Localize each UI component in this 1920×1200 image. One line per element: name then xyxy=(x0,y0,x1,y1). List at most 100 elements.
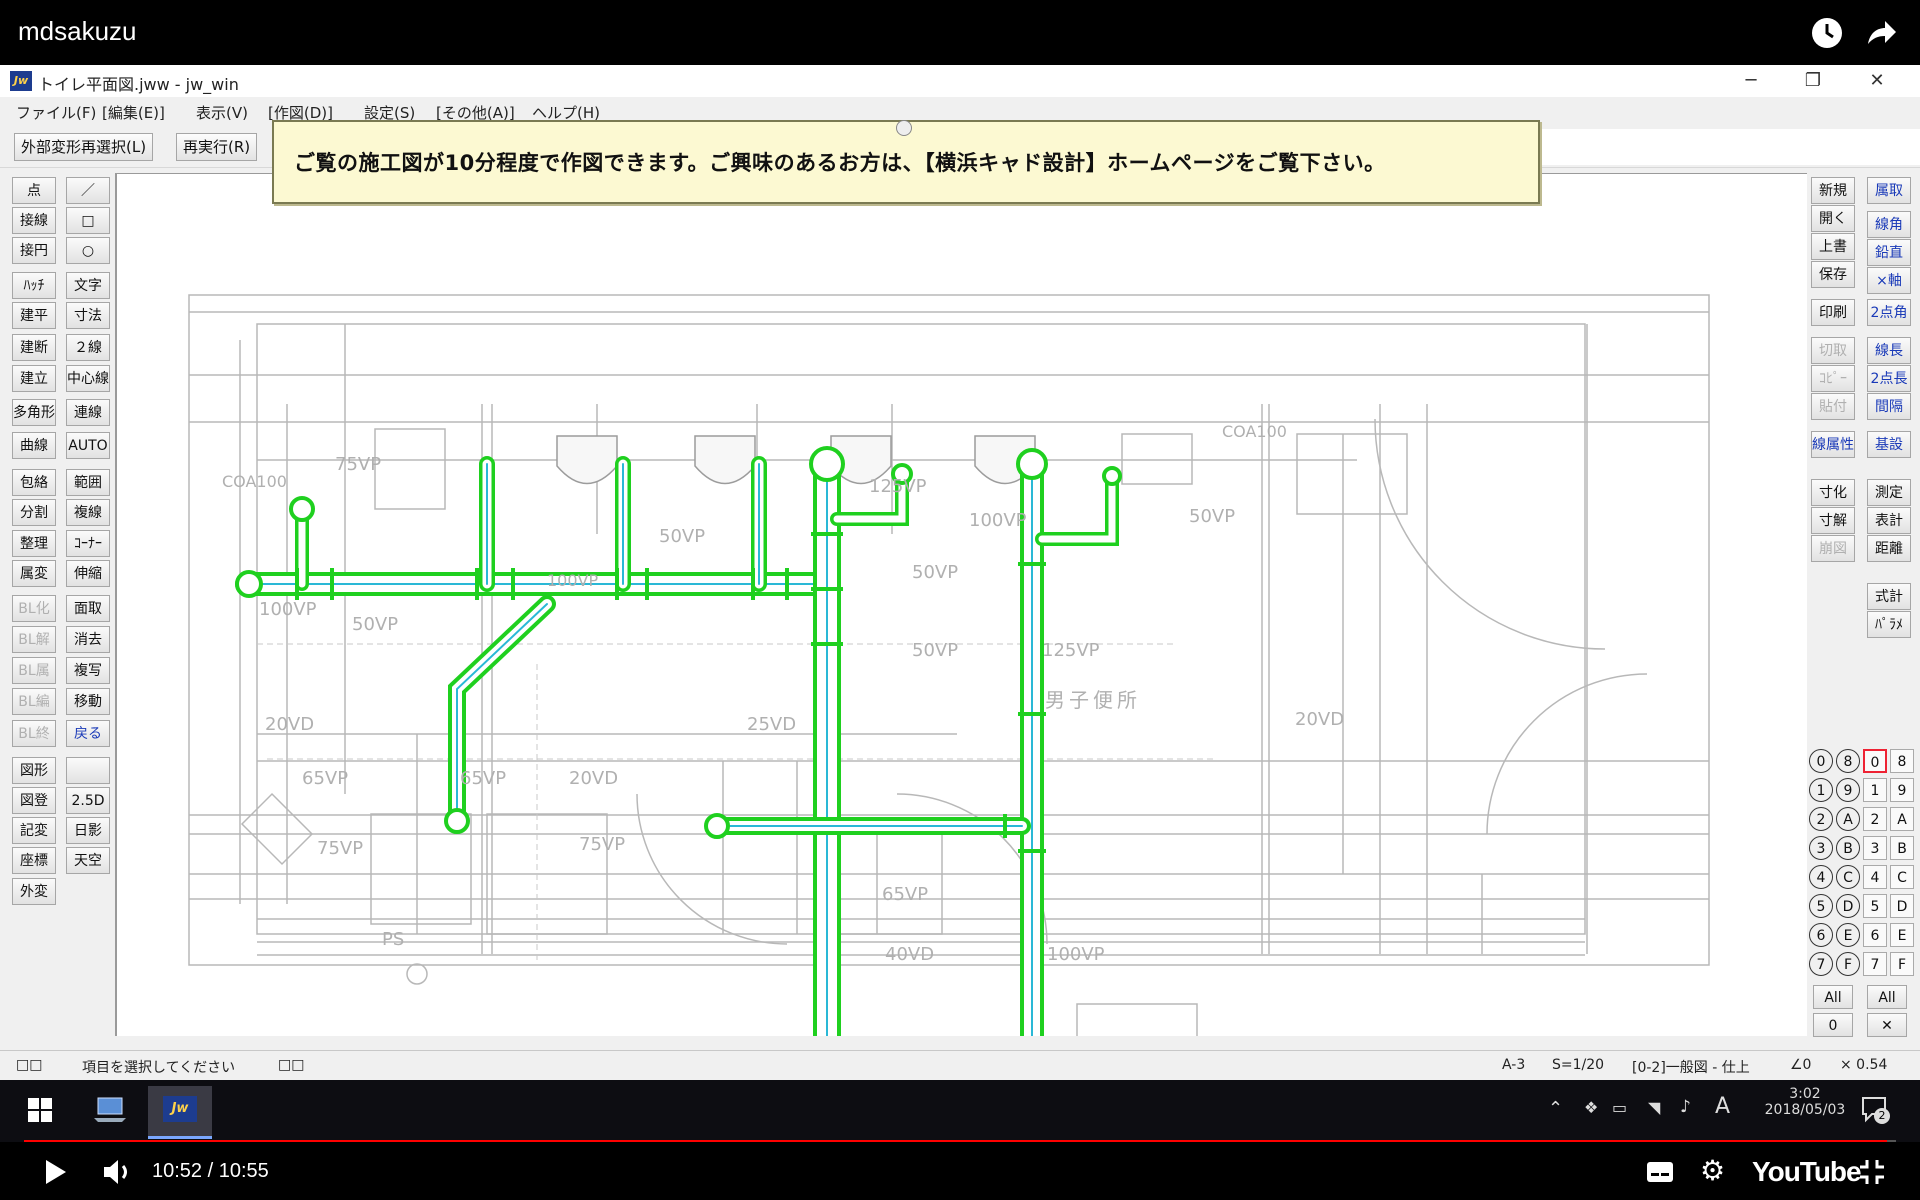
minimize-button[interactable]: ─ xyxy=(1728,67,1774,95)
layer-6[interactable]: 6 xyxy=(1863,923,1887,947)
layer-3[interactable]: 3 xyxy=(1863,836,1887,860)
menu-file[interactable]: ファイル(F) xyxy=(16,102,96,123)
clock[interactable]: 3:02 2018/05/03 xyxy=(1760,1086,1850,1118)
tool-20-left[interactable]: 記変 xyxy=(12,817,56,844)
tool-13-left[interactable]: BL化 xyxy=(12,595,56,622)
tool-22-left[interactable]: 外変 xyxy=(12,878,56,905)
layer-5[interactable]: 5 xyxy=(1863,894,1887,918)
layer-group-B[interactable]: B xyxy=(1836,836,1860,860)
video-title[interactable]: mdsakuzu xyxy=(18,16,137,47)
tool-18-left[interactable]: 図形 xyxy=(12,757,56,784)
layer-group-6[interactable]: 6 xyxy=(1809,923,1833,947)
dropbox-icon[interactable]: ❖ xyxy=(1584,1098,1598,1117)
layer-8[interactable]: 8 xyxy=(1890,749,1914,773)
layer-0[interactable]: 0 xyxy=(1863,749,1887,773)
rtool-6-right[interactable]: 2点長 xyxy=(1867,365,1911,392)
rtool-12-right[interactable]: 式計 xyxy=(1867,583,1911,610)
layer-2[interactable]: 2 xyxy=(1863,807,1887,831)
layer-1[interactable]: 1 xyxy=(1863,778,1887,802)
tool-15-right[interactable]: 複写 xyxy=(66,657,110,684)
layer-group-2[interactable]: 2 xyxy=(1809,807,1833,831)
layer-group-E[interactable]: E xyxy=(1836,923,1860,947)
layer-D[interactable]: D xyxy=(1890,894,1914,918)
status-factor[interactable]: × 0.54 xyxy=(1840,1057,1887,1073)
layer-group-D[interactable]: D xyxy=(1836,894,1860,918)
tool-9-right[interactable]: 範囲 xyxy=(66,469,110,496)
tool-9-left[interactable]: 包絡 xyxy=(12,469,56,496)
subtitles-icon[interactable] xyxy=(1646,1160,1674,1188)
tray-chevron-icon[interactable]: ⌃ xyxy=(1548,1098,1563,1119)
tool-7-right[interactable]: 連線 xyxy=(66,399,110,426)
tool-20-right[interactable]: 日影 xyxy=(66,817,110,844)
status-angle[interactable]: ∠0 xyxy=(1790,1057,1811,1073)
volume-tray-icon[interactable]: ♪ xyxy=(1680,1097,1691,1117)
tool-3-right[interactable]: 文字 xyxy=(66,272,110,299)
re-execute-button[interactable]: 再実行(R) xyxy=(176,133,258,161)
restore-button[interactable]: ❐ xyxy=(1790,67,1836,95)
rtool-1-left[interactable]: 開く xyxy=(1811,205,1855,232)
exit-fullscreen-icon[interactable] xyxy=(1858,1158,1886,1190)
tool-21-right[interactable]: 天空 xyxy=(66,847,110,874)
layer-E[interactable]: E xyxy=(1890,923,1914,947)
tool-0-right[interactable]: ／ xyxy=(66,177,110,204)
layer-A[interactable]: A xyxy=(1890,807,1914,831)
rtool-4-left[interactable]: 印刷 xyxy=(1811,299,1855,326)
play-icon[interactable] xyxy=(44,1158,68,1190)
layer-group-9[interactable]: 9 xyxy=(1836,778,1860,802)
tool-15-left[interactable]: BL属 xyxy=(12,657,56,684)
tool-1-left[interactable]: 接線 xyxy=(12,207,56,234)
youtube-logo[interactable]: YouTube xyxy=(1752,1156,1862,1188)
rtool-2-right[interactable]: 鉛直 xyxy=(1867,239,1911,266)
tool-5-left[interactable]: 建断 xyxy=(12,334,56,361)
tool-11-left[interactable]: 整理 xyxy=(12,530,56,557)
settings-gear-icon[interactable]: ⚙ xyxy=(1700,1157,1725,1185)
rtool-3-right[interactable]: ×軸 xyxy=(1867,267,1911,294)
drawing-canvas[interactable]: COA100 COA100 75VP 100VP 50VP 50VP 100VP… xyxy=(115,173,1807,1109)
tool-16-right[interactable]: 移動 xyxy=(66,688,110,715)
tool-7-left[interactable]: 多角形 xyxy=(12,399,56,426)
tool-2-left[interactable]: 接円 xyxy=(12,237,56,264)
layer-zero-button[interactable]: 0 xyxy=(1813,1013,1853,1037)
rtool-10-right[interactable]: 表計 xyxy=(1867,507,1911,534)
status-layer[interactable]: [0-2]一般図 - 仕上 xyxy=(1632,1057,1750,1077)
layer-group-7[interactable]: 7 xyxy=(1809,952,1833,976)
ime-indicator[interactable]: A xyxy=(1715,1094,1730,1119)
layer-group-A[interactable]: A xyxy=(1836,807,1860,831)
tool-10-left[interactable]: 分割 xyxy=(12,499,56,526)
layer-group-8[interactable]: 8 xyxy=(1836,749,1860,773)
tool-10-right[interactable]: 複線 xyxy=(66,499,110,526)
tool-19-left[interactable]: 図登 xyxy=(12,787,56,814)
layer-7[interactable]: 7 xyxy=(1863,952,1887,976)
rtool-5-left[interactable]: 切取 xyxy=(1811,337,1855,364)
layer-group-all-button[interactable]: All xyxy=(1813,985,1853,1009)
rtool-8-right[interactable]: 基設 xyxy=(1867,431,1911,458)
layer-F[interactable]: F xyxy=(1890,952,1914,976)
rtool-0-right[interactable]: 属取 xyxy=(1867,177,1911,204)
rtool-11-right[interactable]: 距離 xyxy=(1867,535,1911,562)
layer-group-1[interactable]: 1 xyxy=(1809,778,1833,802)
tool-1-right[interactable]: □ xyxy=(66,207,110,234)
tool-13-right[interactable]: 面取 xyxy=(66,595,110,622)
rtool-1-right[interactable]: 線角 xyxy=(1867,211,1911,238)
tool-17-right[interactable]: 戻る xyxy=(66,720,110,747)
rtool-13-right[interactable]: ﾊﾟﾗﾒ xyxy=(1867,611,1911,638)
rtool-4-right[interactable]: 2点角 xyxy=(1867,299,1911,326)
tool-0-left[interactable]: 点 xyxy=(12,177,56,204)
rtool-9-right[interactable]: 測定 xyxy=(1867,479,1911,506)
rtool-9-left[interactable]: 寸化 xyxy=(1811,479,1855,506)
tool-8-left[interactable]: 曲線 xyxy=(12,432,56,459)
tool-4-left[interactable]: 建平 xyxy=(12,302,56,329)
layer-group-5[interactable]: 5 xyxy=(1809,894,1833,918)
rtool-8-left[interactable]: 線属性 xyxy=(1811,431,1855,458)
layer-4[interactable]: 4 xyxy=(1863,865,1887,889)
watch-later-icon[interactable] xyxy=(1810,16,1844,50)
laptop-app-icon[interactable] xyxy=(92,1094,128,1128)
rtool-7-left[interactable]: 貼付 xyxy=(1811,393,1855,420)
tool-6-left[interactable]: 建立 xyxy=(12,365,56,392)
tool-11-right[interactable]: ｺｰﾅｰ xyxy=(66,530,110,557)
tool-21-left[interactable]: 座標 xyxy=(12,847,56,874)
reselect-external-button[interactable]: 外部変形再選択(L) xyxy=(14,133,154,161)
layer-group-F[interactable]: F xyxy=(1836,952,1860,976)
tool-8-right[interactable]: AUTO xyxy=(66,432,110,459)
tool-3-left[interactable]: ﾊｯﾁ xyxy=(12,272,56,299)
